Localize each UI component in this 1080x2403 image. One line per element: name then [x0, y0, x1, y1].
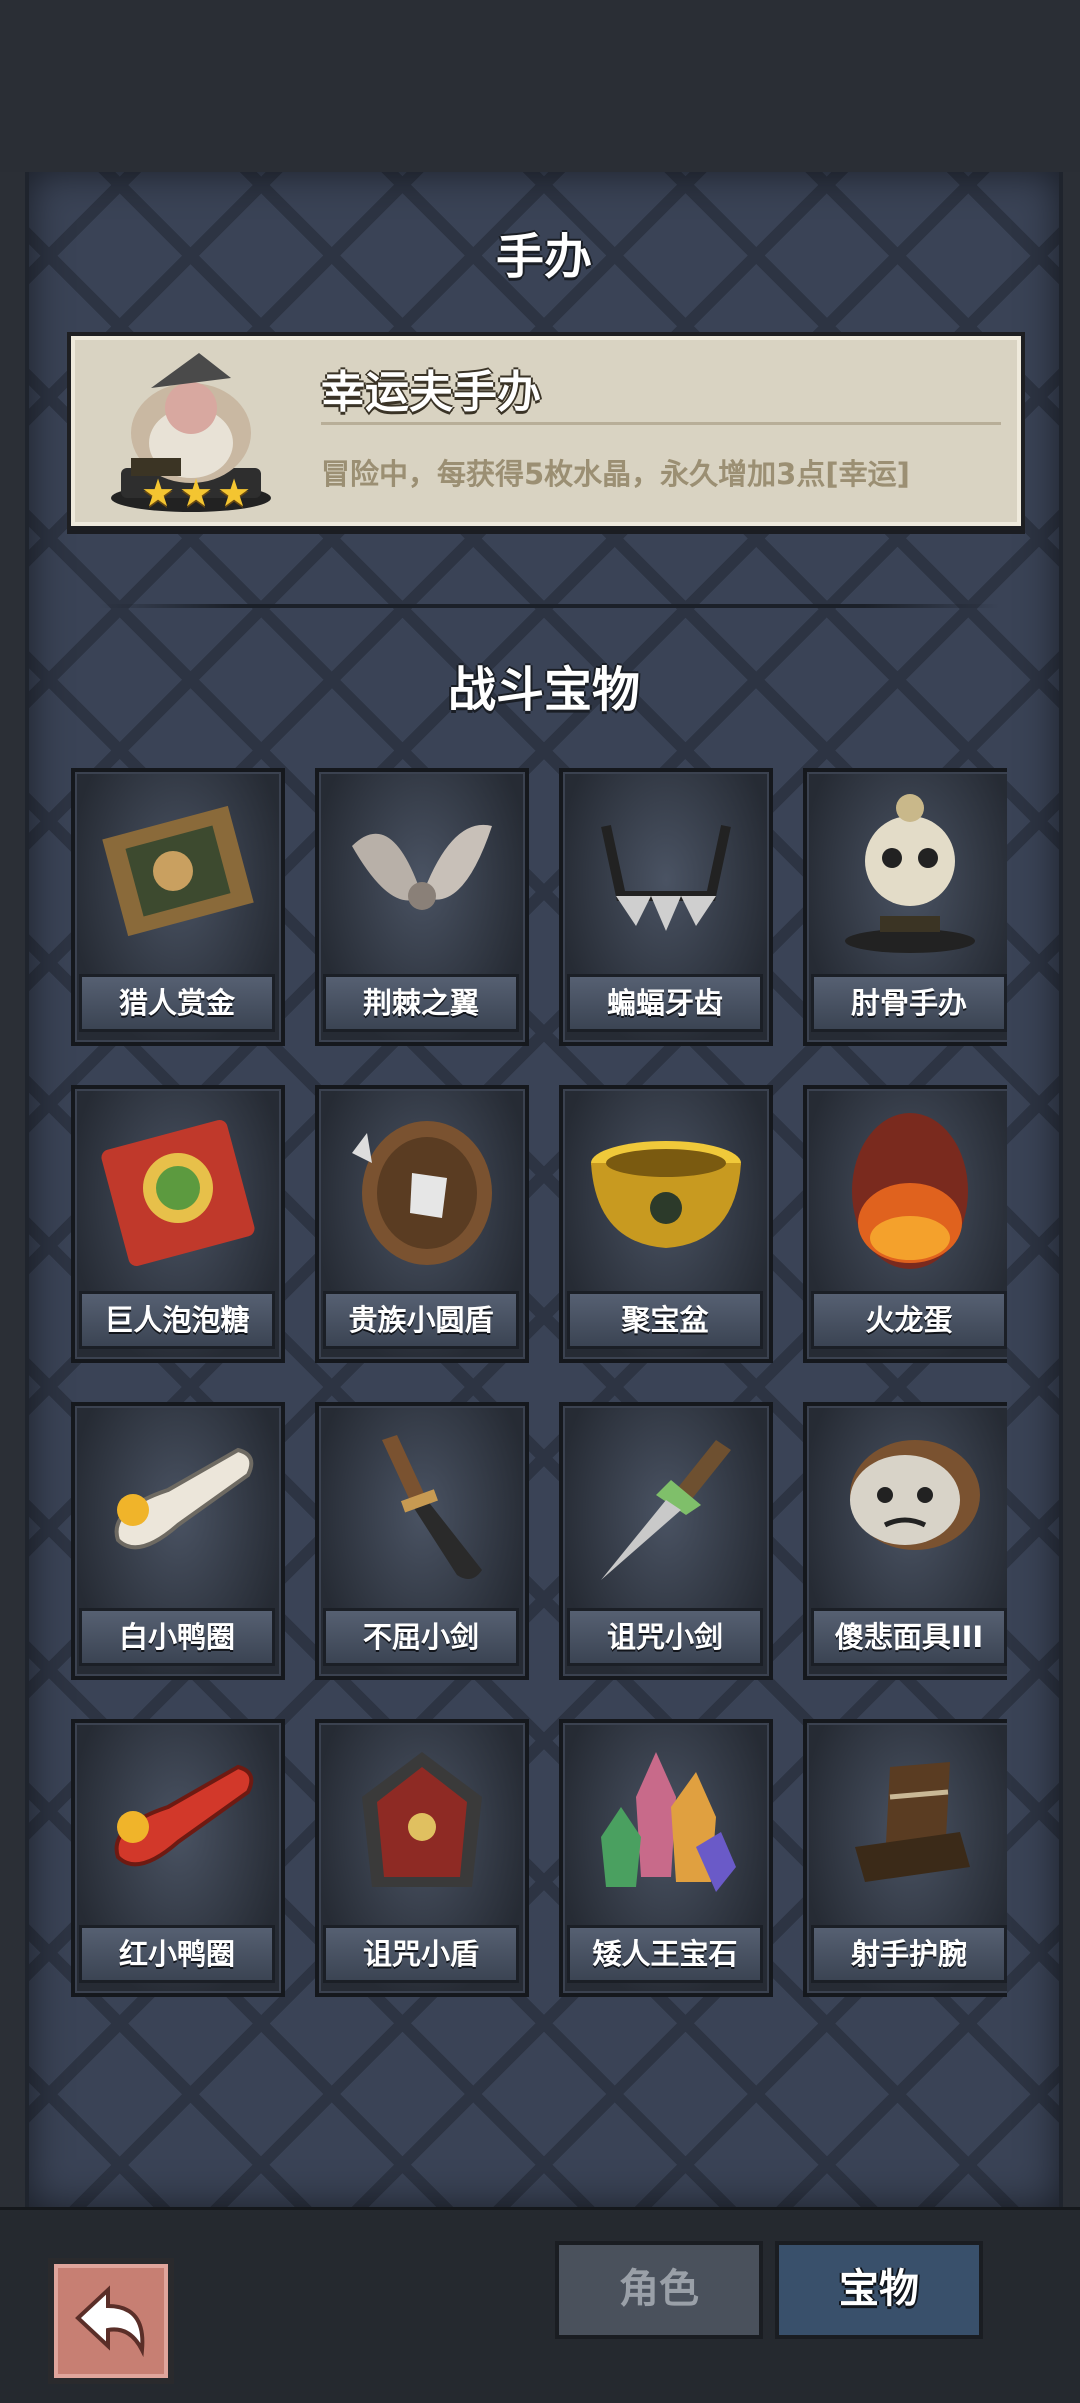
- bat-teeth-icon: [601, 824, 731, 931]
- wanted-poster-icon: [102, 805, 254, 937]
- treasure-slot[interactable]: 诅咒小剑: [559, 1402, 773, 1680]
- treasure-slot[interactable]: 矮人王宝石: [559, 1719, 773, 1997]
- cursed-dagger-icon: [601, 1440, 731, 1580]
- back-arrow-icon: [75, 2285, 145, 2358]
- skull-figurine-icon: [845, 794, 975, 953]
- figure-section-title: 手办: [495, 229, 592, 285]
- treasure-slot[interactable]: 傻悲面具III: [803, 1402, 1007, 1680]
- golden-bowl-icon: [591, 1141, 741, 1248]
- treasure-label: 白小鸭圈: [79, 1608, 275, 1666]
- tab-role[interactable]: 角色: [555, 2241, 763, 2339]
- figure-name: 幸运夫手办: [321, 367, 541, 418]
- treasure-label: 贵族小圆盾: [323, 1291, 519, 1349]
- treasure-label: 矮人王宝石: [567, 1925, 763, 1983]
- treasure-label: 红小鸭圈: [79, 1925, 275, 1983]
- treasure-grid: 猎人赏金 荆棘之翼 蝙蝠牙齿 肘骨手办 巨人泡泡糖 贵族小圆盾 聚宝盆 火龙蛋 …: [47, 596, 1007, 2035]
- treasure-label: 傻悲面具III: [811, 1608, 1007, 1666]
- treasure-label: 诅咒小剑: [567, 1608, 763, 1666]
- figure-description: 冒险中，每获得5枚水晶，永久增加3点[幸运]: [321, 457, 910, 491]
- bubble-gum-pack-icon: [101, 1120, 255, 1266]
- treasure-label: 不屈小剑: [323, 1608, 519, 1666]
- treasure-slot[interactable]: 白小鸭圈: [71, 1402, 285, 1680]
- treasure-slot[interactable]: 巨人泡泡糖: [71, 1085, 285, 1363]
- top-bar: [0, 0, 1080, 172]
- star-icon: ★: [141, 471, 176, 515]
- tab-treasure[interactable]: 宝物: [775, 2241, 983, 2339]
- treasure-label: 巨人泡泡糖: [79, 1291, 275, 1349]
- treasure-slot[interactable]: 火龙蛋: [803, 1085, 1007, 1363]
- treasure-slot[interactable]: 荆棘之翼: [315, 768, 529, 1046]
- figure-card[interactable]: ★ ★ ★ 幸运夫手办 冒险中，每获得5枚水晶，永久增加3点[幸运]: [67, 332, 1025, 530]
- red-duck-ring-icon: [114, 1764, 254, 1867]
- archer-bracer-icon: [855, 1762, 970, 1882]
- treasure-slot[interactable]: 诅咒小盾: [315, 1719, 529, 1997]
- treasure-slot[interactable]: 红小鸭圈: [71, 1719, 285, 1997]
- sad-mask-icon: [850, 1440, 980, 1550]
- gem-cluster-icon: [601, 1752, 736, 1892]
- treasure-label: 聚宝盆: [567, 1291, 763, 1349]
- treasure-label: 猎人赏金: [79, 974, 275, 1032]
- cursed-shield-icon: [362, 1752, 482, 1887]
- figure-divider: [321, 422, 1001, 425]
- treasure-slot[interactable]: 射手护腕: [803, 1719, 1007, 1997]
- treasure-label: 火龙蛋: [811, 1291, 1007, 1349]
- thorn-wings-icon: [352, 824, 492, 910]
- treasure-slot[interactable]: 聚宝盆: [559, 1085, 773, 1363]
- dragon-egg-icon: [852, 1113, 968, 1269]
- treasure-slot[interactable]: 肘骨手办: [803, 768, 1007, 1046]
- star-icon: ★: [217, 471, 252, 515]
- star-icon: ★: [179, 471, 214, 515]
- treasure-label: 蝙蝠牙齿: [567, 974, 763, 1032]
- treasure-slot[interactable]: 蝙蝠牙齿: [559, 768, 773, 1046]
- treasure-label: 肘骨手办: [811, 974, 1007, 1032]
- treasure-slot[interactable]: 不屈小剑: [315, 1402, 529, 1680]
- treasure-slot[interactable]: 贵族小圆盾: [315, 1085, 529, 1363]
- figure-rating: ★ ★ ★: [141, 471, 252, 515]
- white-duck-ring-icon: [114, 1447, 254, 1550]
- treasure-label: 射手护腕: [811, 1925, 1007, 1983]
- treasure-slot[interactable]: 猎人赏金: [71, 768, 285, 1046]
- treasure-label: 荆棘之翼: [323, 974, 519, 1032]
- treasure-label: 诅咒小盾: [323, 1925, 519, 1983]
- back-button[interactable]: [48, 2258, 174, 2384]
- bottom-bar: 角色 宝物: [0, 2207, 1080, 2403]
- round-shield-icon: [352, 1121, 492, 1265]
- short-sword-icon: [382, 1435, 482, 1579]
